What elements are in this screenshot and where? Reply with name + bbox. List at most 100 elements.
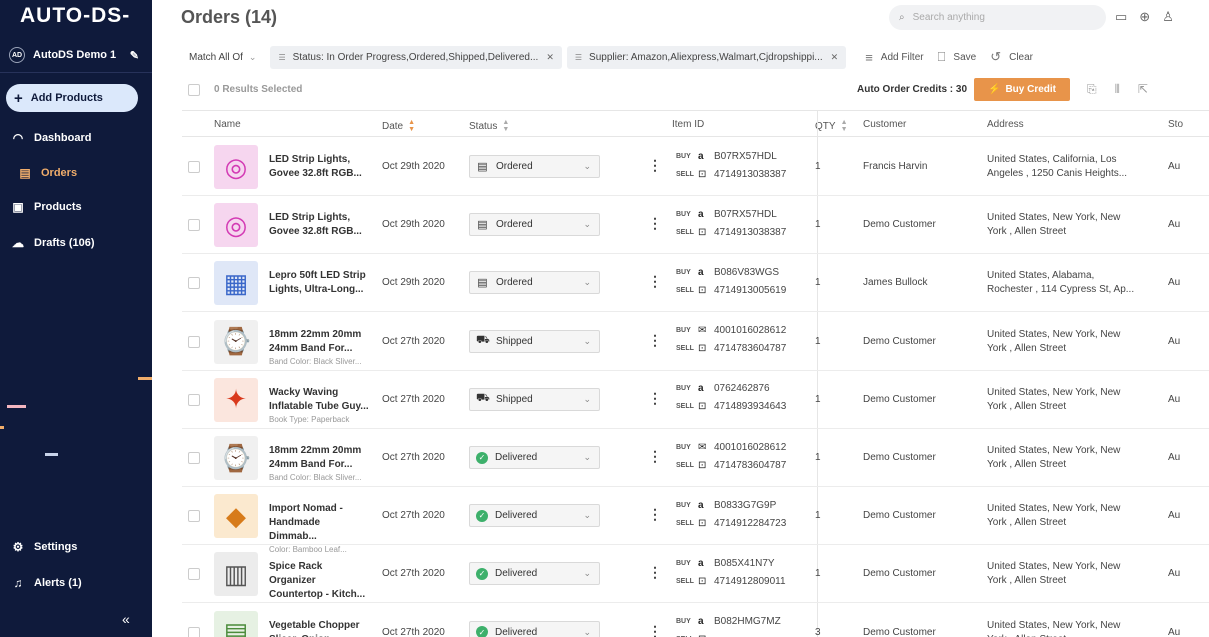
collapse-sidebar-icon[interactable]: « bbox=[122, 611, 130, 627]
account-switcher[interactable]: AD AutoDS Demo 1 ✎ bbox=[9, 45, 139, 65]
table-row[interactable]: ◎ LED Strip Lights, Govee 32.8ft RGB... … bbox=[182, 138, 1209, 196]
external-link-icon[interactable]: ⇱ bbox=[1138, 82, 1148, 97]
sell-item-id[interactable]: 4714912809011 bbox=[714, 576, 786, 587]
table-row[interactable]: ✦ Wacky Waving Inflatable Tube Guy... Bo… bbox=[182, 371, 1209, 429]
row-actions-icon[interactable]: ⋮ bbox=[648, 273, 662, 290]
table-row[interactable]: ▤ Vegetable Chopper Slicer, Onion... Oct… bbox=[182, 604, 1209, 637]
row-actions-icon[interactable]: ⋮ bbox=[648, 157, 662, 174]
sell-item-id[interactable]: 4714783604787 bbox=[714, 343, 786, 354]
row-checkbox[interactable] bbox=[188, 510, 200, 523]
sidebar-item-settings[interactable]: ⚙ Settings bbox=[10, 540, 78, 554]
row-checkbox[interactable] bbox=[188, 393, 200, 406]
sell-item-id[interactable]: 4714913038387 bbox=[714, 227, 786, 238]
row-actions-icon[interactable]: ⋮ bbox=[648, 448, 662, 465]
sell-item-id[interactable]: 4714913005619 bbox=[714, 285, 786, 296]
row-checkbox[interactable] bbox=[188, 626, 200, 637]
buy-credit-button[interactable]: ⚡ Buy Credit bbox=[974, 78, 1070, 101]
status-select[interactable]: ✓ Delivered ⌄ bbox=[469, 446, 600, 469]
export-icon[interactable]: ⎘ bbox=[1087, 82, 1097, 97]
chat-icon[interactable]: ▭ bbox=[1115, 9, 1127, 25]
status-select[interactable]: ✓ Delivered ⌄ bbox=[469, 562, 600, 586]
sell-item-id[interactable]: 4714783604787 bbox=[714, 460, 786, 471]
add-products-button[interactable]: + Add Products bbox=[6, 84, 138, 112]
table-row[interactable]: ▦ Lepro 50ft LED Strip Lights, Ultra-Lon… bbox=[182, 254, 1209, 313]
buy-item-id[interactable]: B085X41N7Y bbox=[714, 558, 775, 569]
column-status[interactable]: Status ▲ ▼ bbox=[469, 119, 509, 133]
row-actions-icon[interactable]: ⋮ bbox=[648, 623, 662, 637]
buy-item-id[interactable]: 4001016028612 bbox=[714, 325, 786, 336]
buy-item-id[interactable]: B07RX57HDL bbox=[714, 209, 777, 220]
row-actions-icon[interactable]: ⋮ bbox=[648, 564, 662, 581]
product-name[interactable]: Vegetable Chopper Slicer, Onion... bbox=[269, 619, 369, 637]
product-name-cell[interactable]: Lepro 50ft LED Strip Lights, Ultra-Long.… bbox=[269, 269, 369, 297]
save-button[interactable]: ⎕ Save bbox=[938, 49, 977, 65]
buy-item-id[interactable]: B07RX57HDL bbox=[714, 151, 777, 162]
row-checkbox[interactable] bbox=[188, 277, 200, 290]
row-checkbox[interactable] bbox=[188, 335, 200, 348]
pencil-icon[interactable]: ✎ bbox=[130, 49, 139, 62]
sell-item-id[interactable]: 4714893934643 bbox=[714, 401, 786, 412]
row-actions-icon[interactable]: ⋮ bbox=[648, 390, 662, 407]
table-row[interactable]: ◎ LED Strip Lights, Govee 32.8ft RGB... … bbox=[182, 196, 1209, 255]
table-row[interactable]: ◆ Import Nomad - Handmade Dimmab... Colo… bbox=[182, 487, 1209, 554]
sidebar-item-orders[interactable]: ▤ Orders bbox=[17, 166, 77, 180]
product-name[interactable]: LED Strip Lights, Govee 32.8ft RGB... bbox=[269, 153, 369, 181]
buy-item-id[interactable]: 4001016028612 bbox=[714, 442, 786, 453]
row-actions-icon[interactable]: ⋮ bbox=[648, 506, 662, 523]
table-row[interactable]: ⌚ 18mm 22mm 20mm 24mm Band For... Band C… bbox=[182, 313, 1209, 371]
product-name[interactable]: LED Strip Lights, Govee 32.8ft RGB... bbox=[269, 211, 369, 239]
product-name-cell[interactable]: Vegetable Chopper Slicer, Onion... bbox=[269, 619, 369, 637]
row-actions-icon[interactable]: ⋮ bbox=[648, 332, 662, 349]
add-filter-button[interactable]: ≡ Add Filter bbox=[865, 50, 923, 65]
row-checkbox[interactable] bbox=[188, 568, 200, 581]
column-date[interactable]: Date ▲ ▼ bbox=[382, 119, 415, 133]
product-name-cell[interactable]: 18mm 22mm 20mm 24mm Band For... Band Col… bbox=[269, 444, 369, 483]
product-name[interactable]: Lepro 50ft LED Strip Lights, Ultra-Long.… bbox=[269, 269, 369, 297]
table-row[interactable]: ▥ Spice Rack Organizer Countertop - Kitc… bbox=[182, 545, 1209, 604]
product-name-cell[interactable]: 18mm 22mm 20mm 24mm Band For... Band Col… bbox=[269, 328, 369, 367]
globe-icon[interactable]: ⊕ bbox=[1139, 9, 1150, 25]
product-name[interactable]: Import Nomad - Handmade Dimmab... bbox=[269, 502, 369, 544]
status-select[interactable]: ✓ Delivered ⌄ bbox=[469, 620, 600, 637]
filter-chip-supplier[interactable]: ☰ Supplier: Amazon,Aliexpress,Walmart,Cj… bbox=[566, 45, 847, 69]
sell-item-id[interactable]: 4714913038387 bbox=[714, 169, 786, 180]
filter-chip-status[interactable]: ☰ Status: In Order Progress,Ordered,Ship… bbox=[270, 45, 562, 69]
sidebar-item-products[interactable]: ▣ Products bbox=[10, 200, 81, 214]
sidebar-item-drafts[interactable]: ☁ Drafts (106) bbox=[10, 236, 95, 250]
product-name[interactable]: 18mm 22mm 20mm 24mm Band For... bbox=[269, 328, 369, 356]
status-select[interactable]: ▤ Ordered ⌄ bbox=[469, 155, 600, 178]
product-name-cell[interactable]: LED Strip Lights, Govee 32.8ft RGB... bbox=[269, 211, 369, 239]
buy-item-id[interactable]: B086V83WGS bbox=[714, 267, 779, 278]
clear-button[interactable]: ↺ Clear bbox=[990, 49, 1033, 65]
row-actions-icon[interactable]: ⋮ bbox=[648, 215, 662, 232]
user-icon[interactable]: ♙ bbox=[1162, 9, 1174, 25]
product-name[interactable]: Spice Rack Organizer Countertop - Kitch.… bbox=[269, 560, 369, 602]
sidebar-item-dashboard[interactable]: ◠ Dashboard bbox=[10, 131, 92, 145]
buy-item-id[interactable]: B082HMG7MZ bbox=[714, 616, 781, 627]
product-name-cell[interactable]: Wacky Waving Inflatable Tube Guy... Book… bbox=[269, 386, 369, 425]
sidebar-item-alerts[interactable]: ♫ Alerts (1) bbox=[10, 576, 82, 590]
status-select[interactable]: ▤ Ordered ⌄ bbox=[469, 271, 600, 295]
status-select[interactable]: ✓ Delivered ⌄ bbox=[469, 504, 600, 528]
product-name-cell[interactable]: LED Strip Lights, Govee 32.8ft RGB... bbox=[269, 153, 369, 181]
product-name[interactable]: 18mm 22mm 20mm 24mm Band For... bbox=[269, 444, 369, 472]
status-select[interactable]: ⛟ Shipped ⌄ bbox=[469, 387, 600, 411]
sell-item-id[interactable]: 4714912284723 bbox=[714, 518, 786, 529]
product-name-cell[interactable]: Spice Rack Organizer Countertop - Kitch.… bbox=[269, 560, 369, 602]
columns-icon[interactable]: ⦀ bbox=[1115, 82, 1120, 97]
status-select[interactable]: ⛟ Shipped ⌄ bbox=[469, 329, 600, 353]
row-checkbox[interactable] bbox=[188, 219, 200, 232]
column-qty[interactable]: QTY ▲ ▼ bbox=[815, 119, 848, 133]
buy-item-id[interactable]: 0762462876 bbox=[714, 383, 770, 394]
close-icon[interactable]: ✕ bbox=[831, 52, 839, 63]
match-select[interactable]: Match All Of ⌄ bbox=[189, 52, 256, 63]
select-all-checkbox[interactable] bbox=[188, 84, 200, 96]
row-checkbox[interactable] bbox=[188, 452, 200, 464]
buy-item-id[interactable]: B0833G7G9P bbox=[714, 500, 776, 511]
status-select[interactable]: ▤ Ordered ⌄ bbox=[469, 213, 600, 237]
search-input[interactable]: ⌕ Search anything bbox=[889, 5, 1106, 30]
product-name[interactable]: Wacky Waving Inflatable Tube Guy... bbox=[269, 386, 369, 414]
close-icon[interactable]: ✕ bbox=[546, 52, 554, 63]
table-row[interactable]: ⌚ 18mm 22mm 20mm 24mm Band For... Band C… bbox=[182, 429, 1209, 487]
row-checkbox[interactable] bbox=[188, 161, 200, 173]
